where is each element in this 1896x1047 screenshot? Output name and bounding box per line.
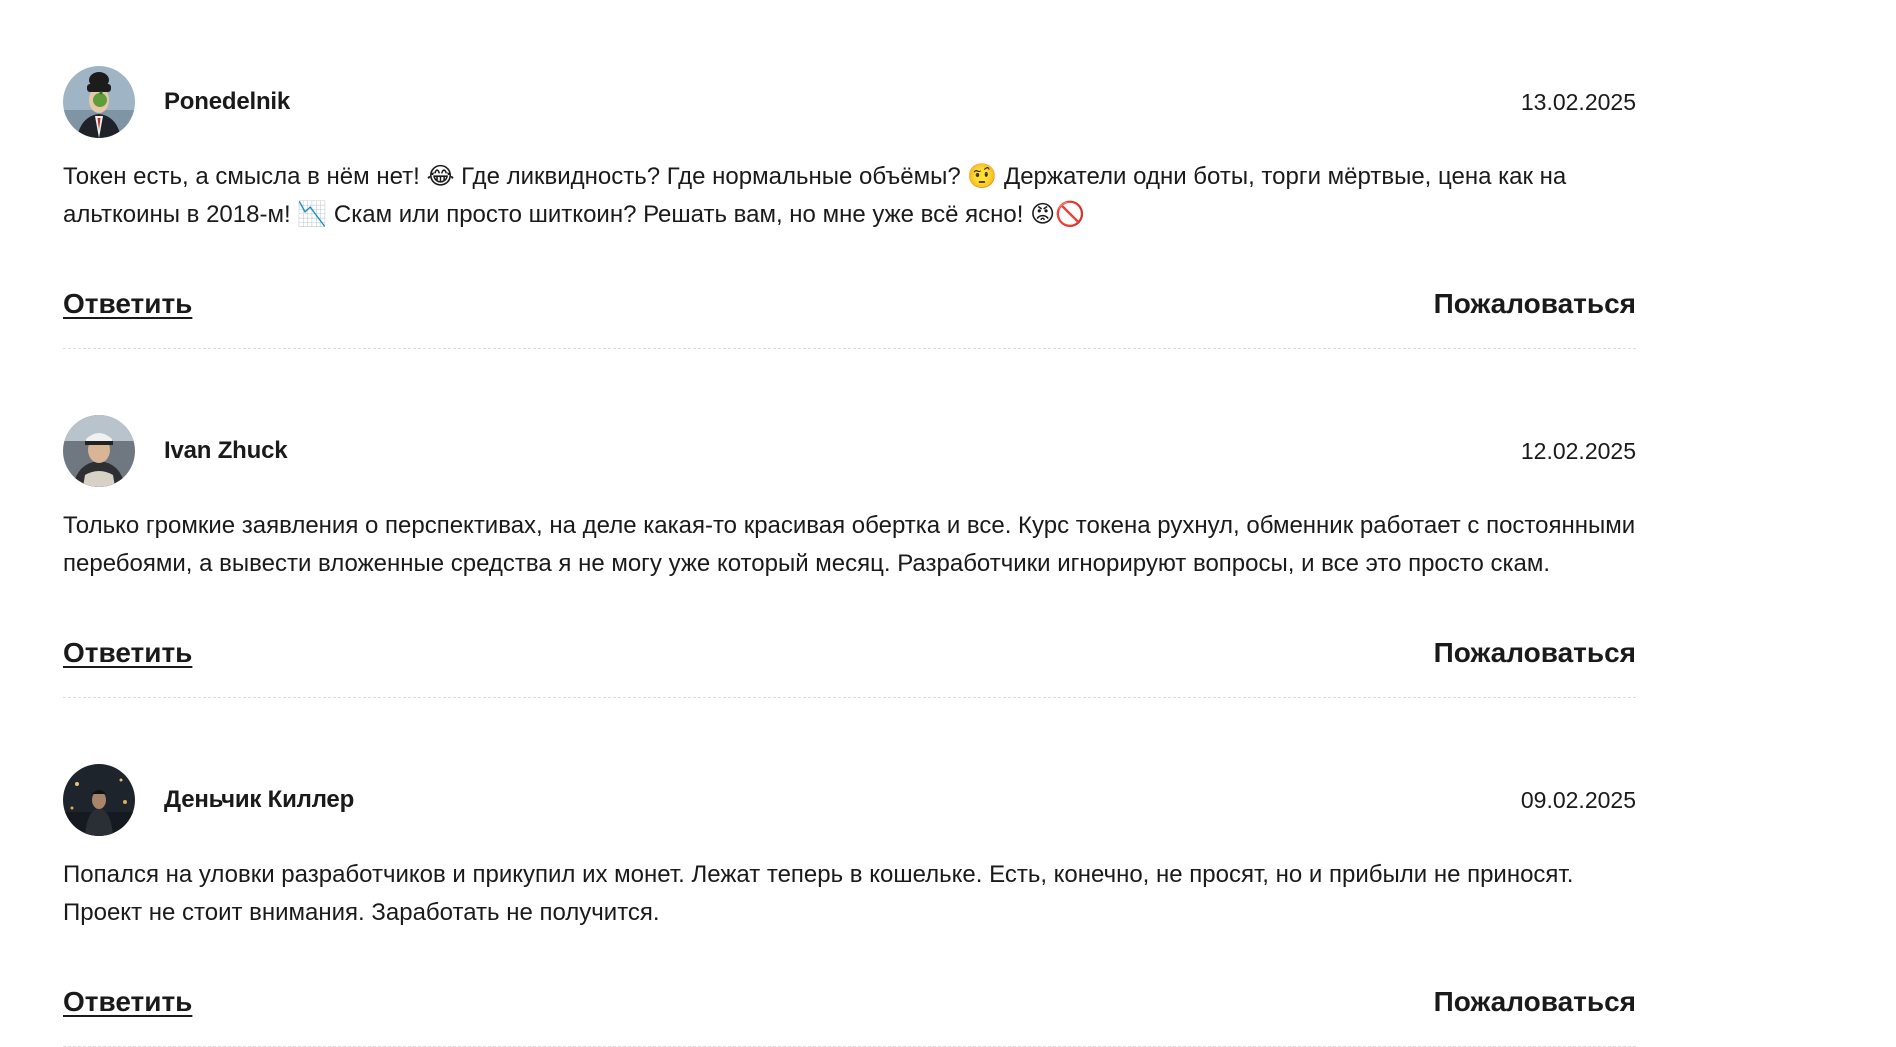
divider (63, 697, 1636, 698)
author-name: Ivan Zhuck (164, 437, 288, 464)
avatar[interactable] (63, 66, 135, 138)
comment: Ivan Zhuck 12.02.2025 Только громкие зая… (63, 414, 1636, 698)
comment-header: Деньчик Киллер 09.02.2025 (63, 763, 1636, 837)
avatar[interactable] (63, 415, 135, 487)
reply-link[interactable]: Ответить (63, 986, 192, 1018)
comment-header: Ivan Zhuck 12.02.2025 (63, 414, 1636, 488)
comment-date: 13.02.2025 (1520, 88, 1636, 115)
complain-link[interactable]: Пожаловаться (1434, 986, 1636, 1018)
comments-list: Ponedelnik 13.02.2025 Токен есть, а смыс… (63, 0, 1636, 1047)
complain-link[interactable]: Пожаловаться (1434, 288, 1636, 320)
comment-date: 12.02.2025 (1520, 437, 1636, 464)
author-name: Ponedelnik (164, 88, 291, 115)
comment-text: Попался на уловки разработчиков и прикуп… (63, 861, 1574, 926)
reply-link[interactable]: Ответить (63, 288, 192, 320)
divider (63, 348, 1636, 349)
avatar[interactable] (63, 764, 135, 836)
reply-link[interactable]: Ответить (63, 637, 192, 669)
author-name: Деньчик Киллер (164, 786, 355, 813)
comment-header: Ponedelnik 13.02.2025 (63, 65, 1636, 139)
comment-date: 09.02.2025 (1520, 786, 1636, 813)
complain-link[interactable]: Пожаловаться (1434, 637, 1636, 669)
comment-text: Токен есть, а смысла в нём нет! 😂 Где ли… (63, 163, 1567, 228)
comment-actions: Ответить Пожаловаться (63, 633, 1636, 673)
comment: Деньчик Киллер 09.02.2025 Попался на уло… (63, 763, 1636, 1047)
comment-actions: Ответить Пожаловаться (63, 284, 1636, 324)
comment: Ponedelnik 13.02.2025 Токен есть, а смыс… (63, 65, 1636, 349)
comment-text: Только громкие заявления о перспективах,… (63, 512, 1636, 577)
comment-actions: Ответить Пожаловаться (63, 982, 1636, 1022)
